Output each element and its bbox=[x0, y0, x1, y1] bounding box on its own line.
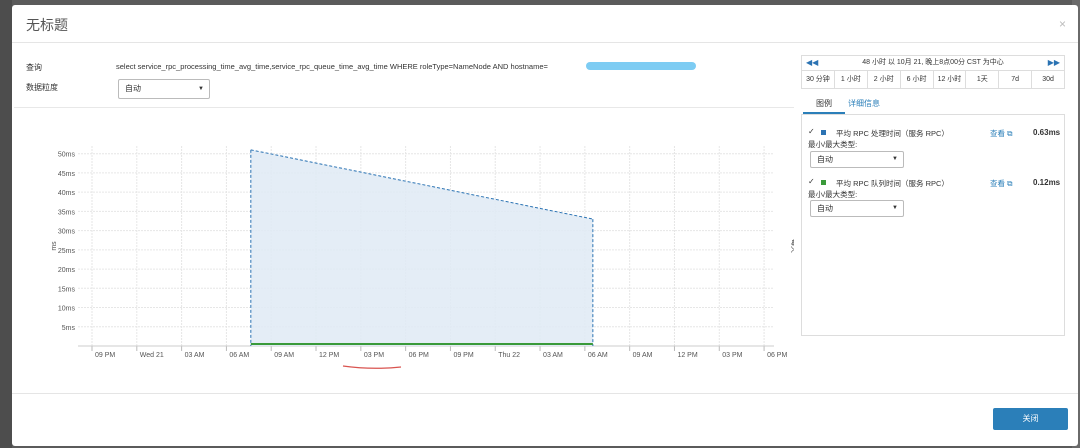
y-tick-label: 35ms bbox=[58, 209, 76, 216]
x-tick-label: 03 PM bbox=[722, 352, 742, 359]
query-text[interactable]: select service_rpc_processing_time_avg_t… bbox=[116, 62, 548, 71]
series-1-checkbox[interactable]: ✓ bbox=[808, 127, 815, 136]
chart-area: 5ms 10ms 15ms 20ms 25ms 30ms 35ms 40ms 45ms 50ms 0… bbox=[14, 107, 799, 368]
x-tick-label: 06 AM bbox=[229, 352, 249, 359]
x-tick-label: 09 AM bbox=[274, 352, 294, 359]
y-tick-label: 10ms bbox=[58, 306, 76, 313]
x-tick-label: Thu 22 bbox=[498, 352, 520, 359]
prev-range-icon[interactable]: ◀◀ bbox=[806, 56, 818, 70]
x-tick-label: 09 AM bbox=[633, 352, 653, 359]
range-buttons: 30 分钟 1 小时 2 小时 6 小时 12 小时 1天 7d 30d bbox=[802, 71, 1064, 88]
y-tick-label: 25ms bbox=[58, 248, 76, 255]
series-1-minmax-select[interactable]: 自动 ▼ bbox=[810, 151, 904, 168]
series-2-minmax-value: 自动 bbox=[817, 204, 833, 213]
chart-svg[interactable]: 5ms 10ms 15ms 20ms 25ms 30ms 35ms 40ms 45ms 50ms 0… bbox=[14, 108, 799, 368]
chevron-down-icon: ▼ bbox=[892, 205, 898, 211]
granularity-label: 数据粒度 bbox=[26, 83, 58, 92]
granularity-select[interactable]: 自动 ▼ bbox=[118, 79, 210, 99]
x-tick-label: 12 PM bbox=[677, 352, 697, 359]
x-tick-label: 09 PM bbox=[453, 352, 473, 359]
y-tick-label: 15ms bbox=[58, 286, 76, 293]
dialog-header: 无标题 × bbox=[12, 5, 1078, 43]
chart-dialog: 无标题 × 查询 select service_rpc_processing_t… bbox=[12, 5, 1078, 446]
series-1-value: 0.63ms bbox=[1033, 128, 1061, 137]
time-range-title: ◀◀ 48 小时 以 10月 21, 晚上8点00分 CST 为中心 ▶▶ bbox=[802, 56, 1064, 71]
right-axis-label: 每天 bbox=[790, 239, 794, 253]
series-2-color-icon bbox=[821, 180, 826, 185]
y-tick-label: 50ms bbox=[58, 152, 76, 159]
close-button[interactable]: 关闭 bbox=[993, 408, 1068, 430]
range-6h[interactable]: 6 小时 bbox=[901, 71, 934, 88]
series-2-checkbox[interactable]: ✓ bbox=[808, 177, 815, 186]
series-2-minmax-label: 最小/最大类型: bbox=[808, 190, 858, 199]
background-left bbox=[0, 0, 12, 448]
x-tick-label: 03 AM bbox=[185, 352, 205, 359]
range-1d[interactable]: 1天 bbox=[966, 71, 1000, 88]
close-icon[interactable]: × bbox=[1059, 17, 1066, 31]
y-tick-label: 40ms bbox=[58, 190, 76, 197]
dialog-title: 无标题 bbox=[26, 17, 68, 33]
y-tick-label: 45ms bbox=[58, 171, 76, 178]
series-2-minmax-select[interactable]: 自动 ▼ bbox=[810, 200, 904, 217]
range-1h[interactable]: 1 小时 bbox=[835, 71, 868, 88]
time-navigator: ◀◀ 48 小时 以 10月 21, 晚上8点00分 CST 为中心 ▶▶ 30… bbox=[801, 55, 1065, 89]
x-tick-label: Wed 21 bbox=[140, 352, 164, 359]
series-1-area bbox=[250, 149, 593, 346]
y-tick-label: 20ms bbox=[58, 267, 76, 274]
x-tick-label: 09 PM bbox=[95, 352, 115, 359]
red-annotation-underline bbox=[342, 365, 402, 369]
x-tick-label: 03 AM bbox=[543, 352, 563, 359]
series-2-view-link[interactable]: 查看 ⧉ bbox=[990, 178, 1012, 189]
series-1-minmax-label: 最小/最大类型: bbox=[808, 140, 858, 149]
series-1-color-icon bbox=[821, 130, 826, 135]
y-tick-label: 5ms bbox=[62, 325, 76, 332]
x-tick-label: 06 PM bbox=[767, 352, 787, 359]
x-tick-label: 06 PM bbox=[409, 352, 429, 359]
series-2-name: 平均 RPC 队列时间（服务 RPC） bbox=[836, 179, 949, 188]
query-label: 查询 bbox=[26, 63, 42, 72]
legend-panel: ✓ 平均 RPC 处理时间（服务 RPC） 查看 ⧉ 0.63ms 最小/最大类… bbox=[801, 114, 1065, 336]
range-2h[interactable]: 2 小时 bbox=[868, 71, 901, 88]
range-30d[interactable]: 30d bbox=[1032, 71, 1064, 88]
chevron-down-icon: ▼ bbox=[198, 86, 204, 92]
tab-detail[interactable]: 详细信息 bbox=[848, 98, 880, 109]
range-7d[interactable]: 7d bbox=[999, 71, 1033, 88]
range-12h[interactable]: 12 小时 bbox=[934, 71, 967, 88]
granularity-value: 自动 bbox=[125, 84, 141, 93]
series-1-name: 平均 RPC 处理时间（服务 RPC） bbox=[836, 129, 949, 138]
dialog-footer-divider bbox=[12, 393, 1078, 394]
y-tick-label: 30ms bbox=[58, 229, 76, 236]
x-tick-label: 03 PM bbox=[364, 352, 384, 359]
redacted-hostname bbox=[586, 62, 696, 70]
next-range-icon[interactable]: ▶▶ bbox=[1048, 56, 1060, 70]
range-30min[interactable]: 30 分钟 bbox=[802, 71, 835, 88]
x-tick-label: 06 AM bbox=[588, 352, 608, 359]
time-range-text: 48 小时 以 10月 21, 晚上8点00分 CST 为中心 bbox=[862, 59, 1004, 66]
series-1-view-link[interactable]: 查看 ⧉ bbox=[990, 128, 1012, 139]
y-axis-label: ms bbox=[51, 241, 58, 251]
series-2-value: 0.12ms bbox=[1033, 178, 1061, 187]
series-1-minmax-value: 自动 bbox=[817, 155, 833, 164]
tab-legend[interactable]: 图例 bbox=[807, 98, 841, 109]
x-tick-label: 12 PM bbox=[319, 352, 339, 359]
chevron-down-icon: ▼ bbox=[892, 156, 898, 162]
